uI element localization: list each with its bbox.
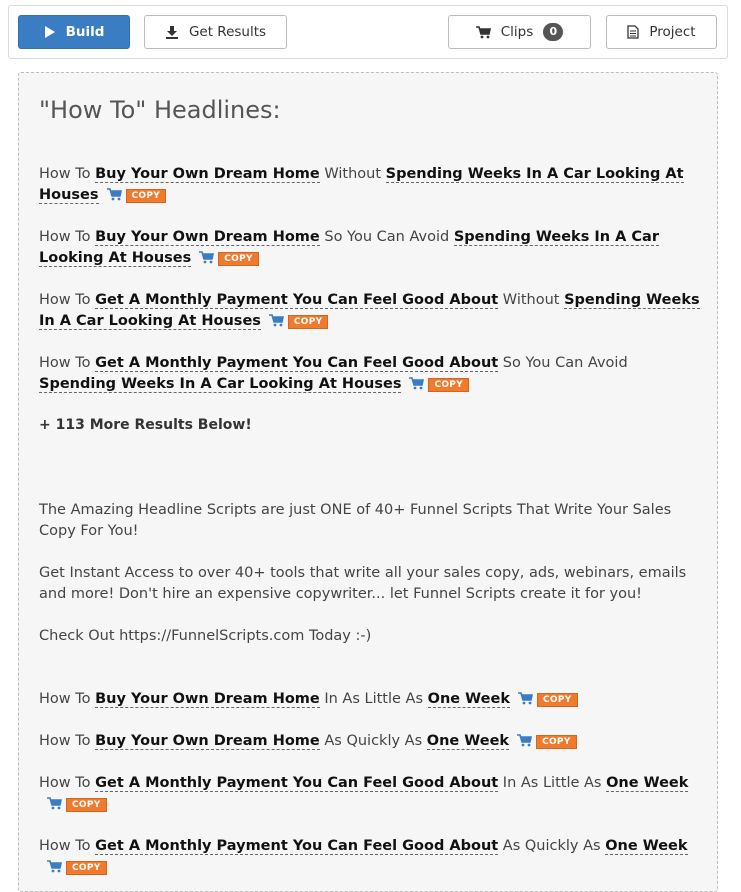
headline-text: How To bbox=[39, 355, 96, 371]
copy-button[interactable]: COPY bbox=[428, 378, 470, 392]
headline-text: In As Little As bbox=[319, 691, 428, 707]
headline-keyword[interactable]: Get A Monthly Payment You Can Feel Good … bbox=[95, 292, 499, 309]
download-icon bbox=[165, 26, 178, 39]
get-results-label: Get Results bbox=[188, 24, 267, 40]
headline-text: How To bbox=[39, 229, 96, 245]
headline-item: How To Buy Your Own Dream Home Without S… bbox=[39, 164, 701, 208]
build-label: Build bbox=[65, 24, 105, 40]
document-icon bbox=[627, 25, 640, 39]
headline-text: Without bbox=[319, 166, 386, 182]
headline-keyword[interactable]: One Week bbox=[426, 733, 510, 750]
headline-text: So You Can Avoid bbox=[319, 229, 454, 245]
copy-button[interactable]: COPY bbox=[218, 252, 259, 266]
cart-icon[interactable] bbox=[199, 250, 215, 271]
page-title: "How To" Headlines: bbox=[39, 96, 281, 124]
headline-text: In As Little As bbox=[498, 775, 607, 791]
copy-button[interactable]: COPY bbox=[536, 693, 578, 707]
play-icon bbox=[44, 26, 55, 38]
more-results-label: + 113 More Results Below! bbox=[39, 417, 252, 433]
toolbar: Build Get Results Clips 0 Project bbox=[8, 5, 728, 59]
headline-item: How To Get A Monthly Payment You Can Fee… bbox=[39, 773, 701, 817]
clips-label: Clips bbox=[500, 24, 534, 40]
build-button[interactable]: Build bbox=[18, 15, 130, 49]
headline-item: How To Buy Your Own Dream Home In As Lit… bbox=[39, 689, 701, 712]
headline-text: How To bbox=[39, 691, 96, 707]
copy-button[interactable]: COPY bbox=[125, 189, 167, 203]
headline-text: As Quickly As bbox=[319, 733, 427, 749]
headline-keyword[interactable]: Buy Your Own Dream Home bbox=[95, 691, 320, 708]
copy-button[interactable]: COPY bbox=[287, 315, 329, 329]
cart-icon[interactable] bbox=[47, 796, 62, 817]
headline-text: As Quickly As bbox=[498, 838, 606, 854]
headline-keyword[interactable]: One Week bbox=[605, 838, 688, 855]
cart-icon[interactable] bbox=[409, 376, 425, 397]
clips-count-badge: 0 bbox=[543, 23, 564, 41]
project-button[interactable]: Project bbox=[606, 15, 717, 49]
headline-keyword[interactable]: Get A Monthly Payment You Can Feel Good … bbox=[95, 355, 499, 372]
headline-text: How To bbox=[39, 166, 96, 182]
get-results-button[interactable]: Get Results bbox=[144, 15, 287, 49]
headline-keyword[interactable]: Buy Your Own Dream Home bbox=[95, 733, 320, 750]
cart-icon[interactable] bbox=[106, 187, 122, 208]
headline-item: How To Buy Your Own Dream Home As Quickl… bbox=[39, 731, 701, 754]
headline-text: So You Can Avoid bbox=[498, 355, 628, 371]
promo-link-text: Check Out https://FunnelScripts.com Toda… bbox=[39, 628, 372, 644]
headline-item: How To Get A Monthly Payment You Can Fee… bbox=[39, 353, 701, 397]
headline-keyword[interactable]: Buy Your Own Dream Home bbox=[95, 229, 320, 246]
cart-icon bbox=[475, 25, 491, 38]
headline-text: How To bbox=[39, 838, 96, 854]
copy-button[interactable]: COPY bbox=[66, 861, 107, 875]
headline-item: How To Buy Your Own Dream Home So You Ca… bbox=[39, 227, 701, 271]
cart-icon[interactable] bbox=[517, 733, 533, 754]
headline-keyword[interactable]: One Week bbox=[606, 775, 689, 792]
cart-icon[interactable] bbox=[268, 313, 284, 334]
promo-text: Get Instant Access to over 40+ tools tha… bbox=[39, 565, 687, 602]
copy-button[interactable]: COPY bbox=[536, 735, 577, 749]
headline-text: Without bbox=[498, 292, 565, 308]
headline-text: How To bbox=[39, 292, 96, 308]
project-label: Project bbox=[649, 24, 696, 40]
headline-item: How To Get A Monthly Payment You Can Fee… bbox=[39, 290, 701, 334]
results-panel: "How To" Headlines: How To Buy Your Own … bbox=[18, 72, 718, 892]
promo-text: The Amazing Headline Scripts are just ON… bbox=[39, 502, 672, 539]
cart-icon[interactable] bbox=[517, 691, 533, 712]
copy-button[interactable]: COPY bbox=[66, 798, 107, 812]
headline-text: How To bbox=[39, 733, 96, 749]
headline-keyword[interactable]: Get A Monthly Payment You Can Feel Good … bbox=[95, 775, 499, 792]
headline-keyword[interactable]: Buy Your Own Dream Home bbox=[95, 166, 320, 183]
headline-keyword[interactable]: Spending Weeks In A Car Looking At House… bbox=[39, 376, 402, 393]
headline-text: How To bbox=[39, 775, 96, 791]
headline-keyword[interactable]: One Week bbox=[427, 691, 510, 708]
headline-item: How To Get A Monthly Payment You Can Fee… bbox=[39, 836, 701, 880]
cart-icon[interactable] bbox=[47, 859, 62, 880]
clips-button[interactable]: Clips 0 bbox=[448, 15, 591, 49]
headline-keyword[interactable]: Get A Monthly Payment You Can Feel Good … bbox=[95, 838, 499, 855]
